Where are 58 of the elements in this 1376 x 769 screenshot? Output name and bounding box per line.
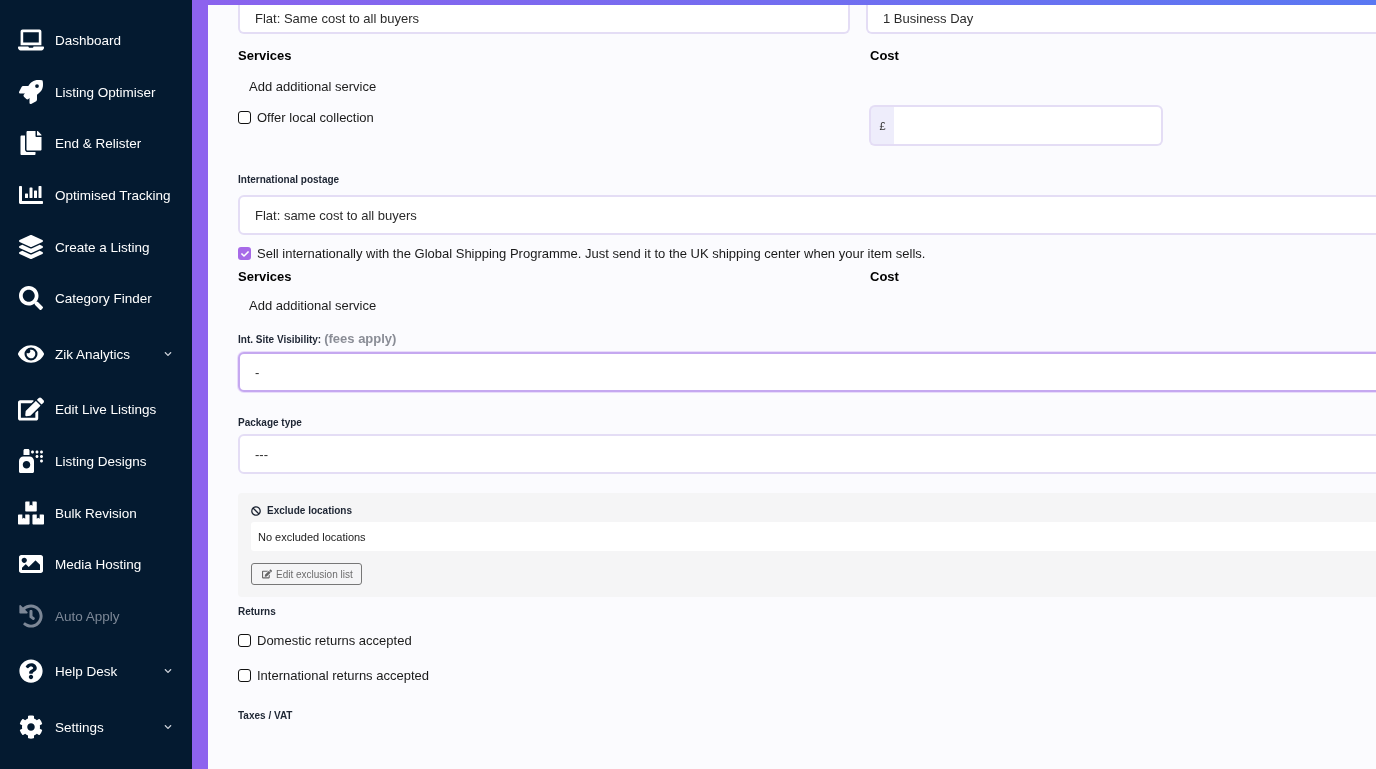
field-label: Int. Site Visibility: [238,334,322,345]
rocket-icon [18,80,44,104]
help-icon [18,659,44,683]
layers-icon [18,235,44,259]
sidebar-item[interactable]: Media Hosting [0,551,192,577]
checkbox[interactable] [238,669,251,682]
sidebar-item[interactable]: Category Finder [0,285,192,311]
edit-icon [18,397,44,421]
sidebar-item[interactable]: Dashboard [0,27,192,53]
boxes-icon [18,501,44,525]
copy-icon [18,131,44,155]
eye-icon [18,342,44,366]
sidebar-item[interactable]: Settings [0,714,192,740]
field-label: Returns [238,606,276,617]
settings-icon [18,715,44,739]
spray-can-icon [18,449,44,473]
select-field[interactable]: Flat: same cost to all buyers [238,195,1376,235]
section-heading: Services [238,269,293,284]
section-heading: Cost [869,269,900,284]
section-heading: Services [238,48,293,63]
image-icon [18,552,44,576]
checkbox[interactable] [238,111,251,124]
history-icon [18,604,44,628]
checkbox-label: Offer local collection [257,110,374,125]
sidebar-item[interactable]: Edit Live Listings [0,396,192,422]
panel-title: Exclude locations [267,505,353,516]
section-heading: Cost [869,48,900,63]
search-icon [18,286,44,310]
field-label: International postage [238,174,340,185]
checkbox-label: International returns accepted [257,668,429,683]
select-field[interactable]: --- [238,434,1376,474]
select-field[interactable]: Flat: Same cost to all buyers [238,5,850,34]
sidebar-item[interactable]: Bulk Revision [0,500,192,526]
add-service-link[interactable]: Add additional service [238,298,377,313]
bar-chart-icon [18,183,44,207]
check-icon [240,249,249,258]
checkbox-label: Domestic returns accepted [257,633,412,648]
checkbox[interactable] [238,247,251,260]
select-field[interactable]: - [238,352,1376,392]
edit-exclusion-button[interactable]: Edit exclusion list [251,563,362,585]
sidebar-item[interactable]: End & Relister [0,130,192,156]
sidebar-item[interactable]: Create a Listing [0,234,192,260]
sidebar-item[interactable]: Zik Analytics [0,341,192,367]
sidebar-item[interactable]: Help Desk [0,658,192,684]
ban-icon [251,505,261,516]
edit-icon [262,569,272,579]
field-label: Package type [238,417,302,428]
checkbox-label: Sell internationally with the Global Shipping Programme. Just send it to the UK shipping center when your item sells. [257,246,926,261]
field-label: Taxes / VAT [238,710,293,721]
laptop-icon [18,28,44,52]
add-service-link[interactable]: Add additional service [238,79,377,94]
checkbox[interactable] [238,634,251,647]
select-field[interactable]: 1 Business Day [866,5,1376,34]
sidebar-item[interactable]: Listing Designs [0,448,192,474]
fees-note: (fees apply) [324,331,397,346]
sidebar-item[interactable]: Optimised Tracking [0,182,192,208]
sidebar-item[interactable]: Listing Optimiser [0,79,192,105]
exclusion-summary: No excluded locations [251,522,1376,551]
